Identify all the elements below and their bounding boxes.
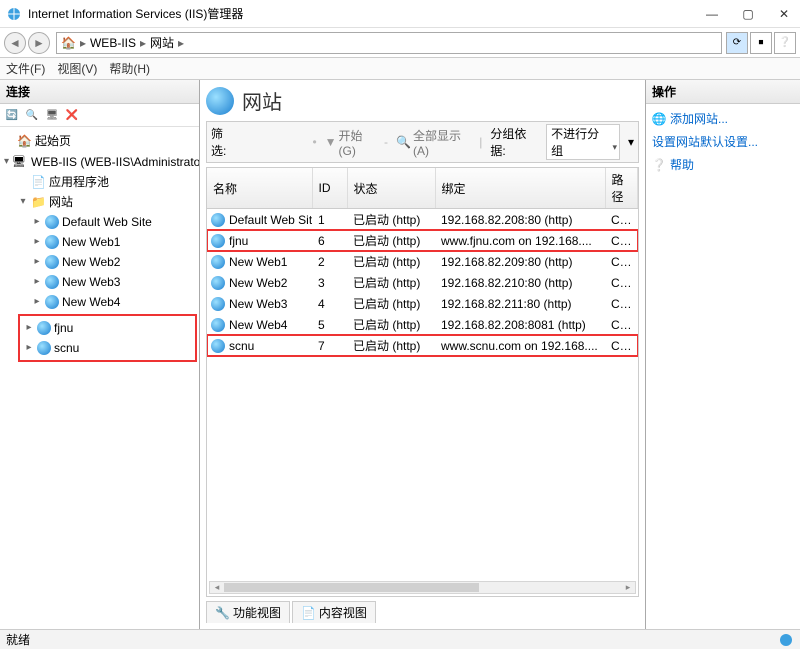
breadcrumb-seg1[interactable]: WEB-IIS bbox=[90, 36, 136, 50]
menu-help[interactable]: 帮助(H) bbox=[109, 60, 150, 77]
tree-server-node[interactable]: ▾ WEB-IIS (WEB-IIS\Administrator) bbox=[4, 151, 197, 172]
app-pool-icon: 📄 bbox=[31, 173, 46, 191]
groupby-label: 分组依据: bbox=[490, 125, 538, 159]
address-bar: ◄ ► 🏠 ▸ WEB-IIS ▸ 网站 ▸ ⟳ ⏹ ❔ bbox=[0, 28, 800, 58]
home-icon: 🏠 bbox=[61, 36, 76, 50]
tree-site-item[interactable]: ▸New Web1 bbox=[32, 232, 197, 252]
col-name[interactable]: 名称 bbox=[207, 168, 312, 209]
status-icon bbox=[778, 632, 794, 648]
site-icon bbox=[211, 318, 225, 332]
connections-panel: 连接 🔄 🔍 🖥 ❌ 🏠 起始页 ▾ WEB-IIS (WEB-IIS\Admi… bbox=[0, 80, 200, 629]
table-row[interactable]: New Web45已启动 (http)192.168.82.208:8081 (… bbox=[207, 314, 638, 335]
addr-btn-refresh[interactable]: ⟳ bbox=[726, 32, 748, 54]
globe-icon bbox=[37, 321, 51, 335]
table-row[interactable]: Default Web Site1已启动 (http)192.168.82.20… bbox=[207, 209, 638, 231]
tab-content-view[interactable]: 📄内容视图 bbox=[292, 601, 376, 623]
site-icon bbox=[211, 297, 225, 311]
conn-tb-server-icon[interactable]: 🖥 bbox=[44, 107, 60, 123]
addr-btn-help[interactable]: ❔ bbox=[774, 32, 796, 54]
page-title: 网站 bbox=[242, 86, 282, 115]
conn-tb-refresh-icon[interactable]: 🔄 bbox=[4, 107, 20, 123]
col-state[interactable]: 状态 bbox=[347, 168, 435, 209]
breadcrumb[interactable]: 🏠 ▸ WEB-IIS ▸ 网站 ▸ bbox=[56, 32, 722, 54]
tree-site-item[interactable]: ▸New Web4 bbox=[32, 292, 197, 312]
menu-view[interactable]: 视图(V) bbox=[57, 60, 97, 77]
conn-tb-delete-icon[interactable]: ❌ bbox=[64, 107, 80, 123]
home-icon: 🏠 bbox=[17, 132, 32, 150]
table-row[interactable]: scnu7已启动 (http)www.scnu.com on 192.168..… bbox=[207, 335, 638, 356]
sites-header-icon bbox=[206, 87, 234, 115]
globe-icon bbox=[45, 295, 59, 309]
globe-icon bbox=[37, 341, 51, 355]
site-icon bbox=[211, 213, 225, 227]
groupby-select[interactable]: 不进行分组 bbox=[546, 124, 620, 160]
tab-features-view[interactable]: 🔧功能视图 bbox=[206, 601, 290, 623]
tree-site-item[interactable]: ▸scnu bbox=[24, 338, 191, 358]
connections-tree: 🏠 起始页 ▾ WEB-IIS (WEB-IIS\Administrator) … bbox=[0, 127, 199, 629]
filter-showall-button[interactable]: 🔍全部显示(A) bbox=[396, 127, 471, 158]
table-row[interactable]: New Web23已启动 (http)192.168.82.210:80 (ht… bbox=[207, 272, 638, 293]
col-id[interactable]: ID bbox=[312, 168, 347, 209]
tree-highlight-box: ▸fjnu▸scnu bbox=[18, 314, 197, 362]
table-row[interactable]: fjnu6已启动 (http)www.fjnu.com on 192.168..… bbox=[207, 230, 638, 251]
maximize-button[interactable]: ▢ bbox=[738, 7, 758, 21]
action-site-defaults[interactable]: 设置网站默认设置... bbox=[652, 133, 794, 150]
tree-start-page[interactable]: 🏠 起始页 bbox=[4, 131, 197, 151]
connections-toolbar: 🔄 🔍 🖥 ❌ bbox=[0, 104, 199, 127]
horizontal-scrollbar[interactable]: ◂▸ bbox=[209, 581, 636, 594]
col-path[interactable]: 路径 bbox=[605, 168, 638, 209]
actions-panel: 操作 🌐添加网站... 设置网站默认设置... ❔帮助 bbox=[645, 80, 800, 629]
folder-icon: 📁 bbox=[31, 193, 46, 211]
actions-title: 操作 bbox=[646, 80, 800, 104]
site-icon bbox=[211, 276, 225, 290]
table-row[interactable]: New Web12已启动 (http)192.168.82.209:80 (ht… bbox=[207, 251, 638, 272]
tree-site-item[interactable]: ▸New Web3 bbox=[32, 272, 197, 292]
breadcrumb-seg2[interactable]: 网站 bbox=[150, 34, 174, 51]
close-button[interactable]: ✕ bbox=[774, 7, 794, 21]
status-bar: 就绪 bbox=[0, 629, 800, 649]
site-icon bbox=[211, 255, 225, 269]
table-row[interactable]: New Web34已启动 (http)192.168.82.211:80 (ht… bbox=[207, 293, 638, 314]
tree-app-pool[interactable]: 📄 应用程序池 bbox=[18, 172, 197, 192]
minimize-button[interactable]: — bbox=[702, 7, 722, 21]
site-icon bbox=[211, 339, 225, 353]
globe-icon: 🌐 bbox=[652, 112, 666, 126]
menu-bar: 文件(F) 视图(V) 帮助(H) bbox=[0, 58, 800, 80]
action-add-site[interactable]: 🌐添加网站... bbox=[652, 110, 794, 127]
sites-grid: 名称 ID 状态 绑定 路径 Default Web Site1已启动 (htt… bbox=[206, 167, 639, 597]
site-icon bbox=[211, 234, 225, 248]
globe-icon bbox=[45, 235, 59, 249]
view-tabs: 🔧功能视图 📄内容视图 bbox=[206, 601, 639, 623]
filter-label: 筛选: bbox=[211, 125, 236, 159]
globe-icon bbox=[45, 215, 59, 229]
app-icon bbox=[6, 6, 22, 22]
center-panel: 网站 筛选: • ▼开始(G) - 🔍全部显示(A) | 分组依据: 不进行分组… bbox=[200, 80, 645, 629]
title-bar: Internet Information Services (IIS)管理器 —… bbox=[0, 0, 800, 28]
window-title: Internet Information Services (IIS)管理器 bbox=[28, 5, 702, 22]
conn-tb-search-icon[interactable]: 🔍 bbox=[24, 107, 40, 123]
globe-icon bbox=[45, 255, 59, 269]
tree-site-item[interactable]: ▸New Web2 bbox=[32, 252, 197, 272]
filter-bar: 筛选: • ▼开始(G) - 🔍全部显示(A) | 分组依据: 不进行分组 ▾ bbox=[206, 121, 639, 163]
back-button[interactable]: ◄ bbox=[4, 32, 26, 54]
tree-site-item[interactable]: ▸fjnu bbox=[24, 318, 191, 338]
status-text: 就绪 bbox=[6, 631, 30, 648]
globe-icon bbox=[45, 275, 59, 289]
tree-sites-node[interactable]: ▾📁 网站 bbox=[18, 192, 197, 212]
addr-btn-stop[interactable]: ⏹ bbox=[750, 32, 772, 54]
filter-input[interactable] bbox=[244, 135, 304, 149]
col-binding[interactable]: 绑定 bbox=[435, 168, 605, 209]
server-icon bbox=[12, 152, 28, 171]
action-help[interactable]: ❔帮助 bbox=[652, 156, 794, 173]
help-icon: ❔ bbox=[652, 158, 666, 172]
filter-start-button[interactable]: ▼开始(G) bbox=[325, 127, 376, 158]
forward-button[interactable]: ► bbox=[28, 32, 50, 54]
connections-title: 连接 bbox=[0, 80, 199, 104]
menu-file[interactable]: 文件(F) bbox=[6, 60, 45, 77]
tree-site-item[interactable]: ▸Default Web Site bbox=[32, 212, 197, 232]
